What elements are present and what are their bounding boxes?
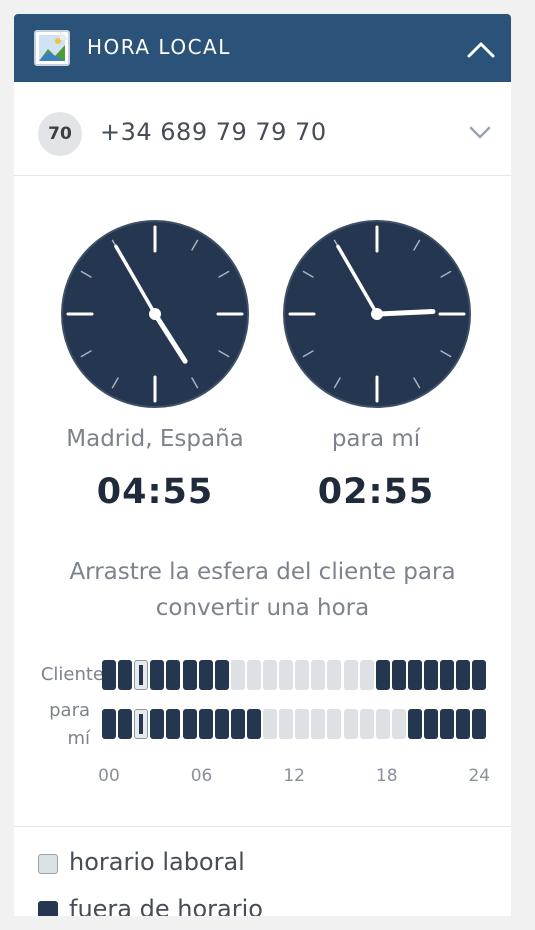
hour-tick-label: 24 xyxy=(468,766,491,786)
contact-selector[interactable]: 70 +34 689 79 79 70 xyxy=(14,82,511,176)
hour-cell xyxy=(166,660,181,690)
hour-cell xyxy=(214,709,229,739)
hour-cell xyxy=(472,660,487,690)
hour-cell xyxy=(279,660,294,690)
hour-cell xyxy=(214,660,229,690)
hour-cell xyxy=(118,709,133,739)
legend-swatch-work xyxy=(38,854,58,874)
hour-cell xyxy=(456,709,471,739)
hour-cell xyxy=(263,709,277,739)
hour-cell xyxy=(166,709,181,739)
my-time: 02:55 xyxy=(317,472,435,512)
hour-cell xyxy=(407,660,422,690)
hour-cell xyxy=(343,660,358,690)
hour-cell xyxy=(295,660,310,690)
hour-cell xyxy=(359,709,374,739)
hour-cell xyxy=(440,660,455,690)
hour-cell xyxy=(263,660,277,690)
widget-title: HORA LOCAL xyxy=(87,35,231,59)
chevron-down-icon[interactable] xyxy=(469,124,491,140)
my-clock-face xyxy=(283,220,471,408)
hour-cell xyxy=(246,709,261,739)
hour-cell xyxy=(343,709,358,739)
legend-label-work: horario laboral xyxy=(69,848,245,876)
legend-swatch-off xyxy=(38,901,58,916)
hour-cell xyxy=(440,709,455,739)
hour-cell xyxy=(182,660,197,690)
hour-cell xyxy=(182,709,197,739)
hour-cell xyxy=(102,660,116,690)
local-time-widget: HORA LOCAL 70 +34 689 79 79 70 Madrid, E… xyxy=(14,14,511,916)
legend-divider xyxy=(14,826,511,827)
hour-cell xyxy=(472,709,487,739)
hour-cell xyxy=(327,709,342,739)
hour-cell xyxy=(391,660,406,690)
hour-cell xyxy=(198,660,213,690)
hour-cell xyxy=(424,660,438,690)
my-row-label-part2: mí xyxy=(67,728,90,749)
legend-label-off: fuera de horario xyxy=(69,895,263,916)
hour-cell xyxy=(150,709,165,739)
hour-cell xyxy=(279,709,294,739)
hour-cell xyxy=(311,709,326,739)
hour-cell xyxy=(391,709,406,739)
hour-cell xyxy=(230,660,245,690)
hour-tick-label: 06 xyxy=(190,766,213,786)
hour-cell xyxy=(375,709,390,739)
client-clock-face[interactable] xyxy=(60,219,250,409)
contact-badge: 70 xyxy=(38,112,82,156)
hour-cell xyxy=(230,709,245,739)
hour-cell xyxy=(407,709,422,739)
hour-cell xyxy=(150,660,165,690)
drag-hint: Arrastre la esfera del cliente para conv… xyxy=(69,559,456,621)
clock-center xyxy=(371,308,383,320)
hour-cell xyxy=(246,660,261,690)
hour-cell xyxy=(134,660,149,690)
hour-cell xyxy=(456,660,471,690)
chevron-up-icon[interactable] xyxy=(465,34,497,62)
hour-cell xyxy=(134,709,149,739)
hour-cell xyxy=(375,660,390,690)
hour-hand xyxy=(374,309,436,317)
hour-cell xyxy=(118,660,133,690)
widget-header: HORA LOCAL xyxy=(14,14,511,82)
image-icon xyxy=(34,30,70,66)
client-row-label: Cliente xyxy=(40,664,104,685)
contact-phone: +34 689 79 79 70 xyxy=(100,118,327,146)
my-clock-caption: para mí xyxy=(331,426,421,452)
hour-cell xyxy=(424,709,438,739)
hour-tick-label: 12 xyxy=(283,766,305,786)
hour-cell xyxy=(327,660,342,690)
hour-cell xyxy=(198,709,213,739)
hour-cell xyxy=(359,660,374,690)
hour-tick-label: 18 xyxy=(375,766,398,786)
hour-tick-label: 00 xyxy=(98,766,120,786)
hour-cell xyxy=(102,709,116,739)
hour-cell xyxy=(311,660,326,690)
hour-cell xyxy=(295,709,310,739)
clock-center xyxy=(149,308,161,320)
my-row-label-part1: para xyxy=(49,700,90,721)
